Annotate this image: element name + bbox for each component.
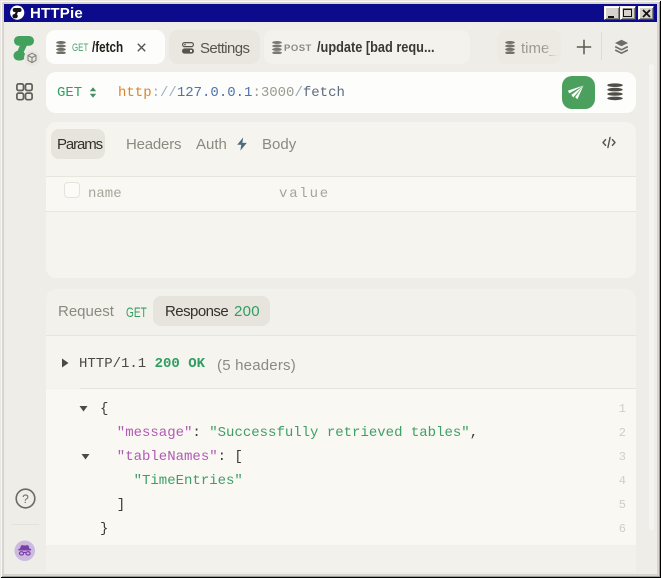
svg-text:?: ? — [22, 492, 29, 506]
